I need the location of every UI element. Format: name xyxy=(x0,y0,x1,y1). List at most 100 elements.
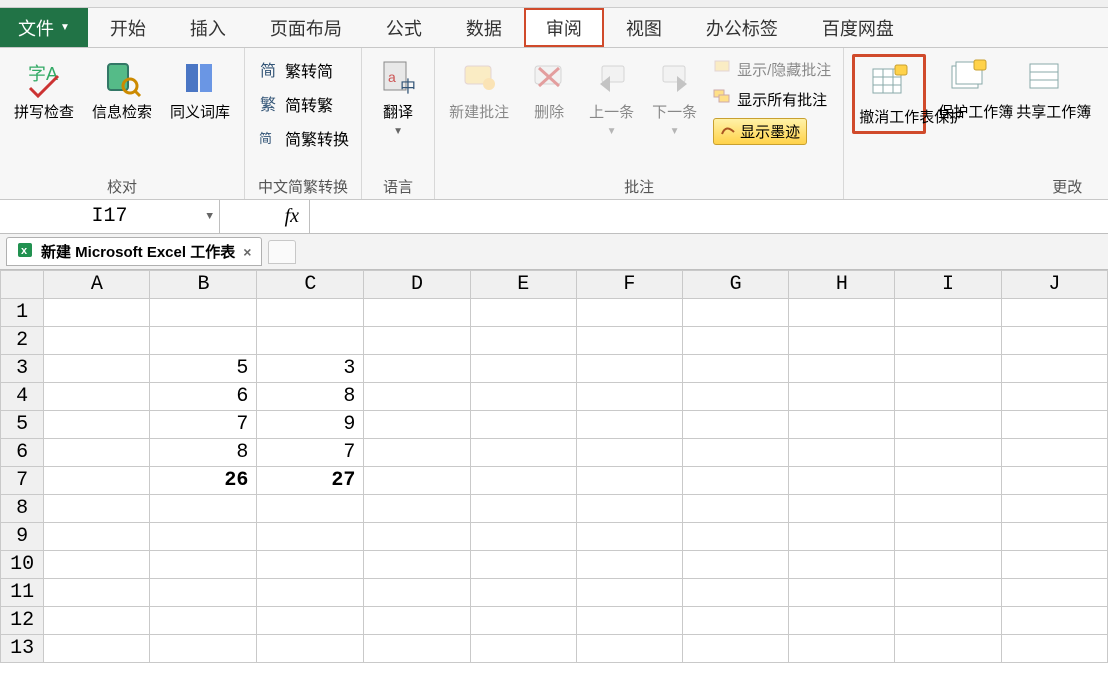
cell-B6[interactable]: 8 xyxy=(150,439,257,467)
tab-6[interactable]: 视图 xyxy=(604,8,684,47)
cell-A7[interactable] xyxy=(44,467,150,495)
cell-I13[interactable] xyxy=(895,635,1001,663)
col-header-E[interactable]: E xyxy=(470,271,576,299)
translate-button[interactable]: a中 翻译 ▼ xyxy=(370,54,426,139)
tab-1[interactable]: 插入 xyxy=(168,8,248,47)
cell-E4[interactable] xyxy=(470,383,576,411)
cell-I6[interactable] xyxy=(895,439,1001,467)
cell-H13[interactable] xyxy=(789,635,895,663)
cell-H2[interactable] xyxy=(789,327,895,355)
cell-B4[interactable]: 6 xyxy=(150,383,257,411)
cell-J13[interactable] xyxy=(1001,635,1107,663)
cell-F13[interactable] xyxy=(576,635,682,663)
research-button[interactable]: 信息检索 xyxy=(86,54,158,124)
cell-J7[interactable] xyxy=(1001,467,1107,495)
cell-J11[interactable] xyxy=(1001,579,1107,607)
row-header-13[interactable]: 13 xyxy=(1,635,44,663)
tab-3[interactable]: 公式 xyxy=(364,8,444,47)
cell-F11[interactable] xyxy=(576,579,682,607)
cell-A8[interactable] xyxy=(44,495,150,523)
tab-0[interactable]: 开始 xyxy=(88,8,168,47)
cell-G6[interactable] xyxy=(683,439,789,467)
cell-E6[interactable] xyxy=(470,439,576,467)
cell-I7[interactable] xyxy=(895,467,1001,495)
cell-H1[interactable] xyxy=(789,299,895,327)
row-header-5[interactable]: 5 xyxy=(1,411,44,439)
cell-D2[interactable] xyxy=(364,327,470,355)
protect-workbook-button[interactable]: 保护工作簿 xyxy=(932,54,1004,124)
cell-D8[interactable] xyxy=(364,495,470,523)
cell-E12[interactable] xyxy=(470,607,576,635)
formula-input[interactable] xyxy=(310,200,1108,233)
cell-C2[interactable] xyxy=(257,327,364,355)
cell-F8[interactable] xyxy=(576,495,682,523)
cell-I10[interactable] xyxy=(895,551,1001,579)
cell-B5[interactable]: 7 xyxy=(150,411,257,439)
cell-H9[interactable] xyxy=(789,523,895,551)
cell-C6[interactable]: 7 xyxy=(257,439,364,467)
col-header-H[interactable]: H xyxy=(789,271,895,299)
cell-A1[interactable] xyxy=(44,299,150,327)
cell-F7[interactable] xyxy=(576,467,682,495)
cell-H4[interactable] xyxy=(789,383,895,411)
cell-A10[interactable] xyxy=(44,551,150,579)
close-icon[interactable]: × xyxy=(243,244,251,260)
cell-E1[interactable] xyxy=(470,299,576,327)
show-all-comments-button[interactable]: 显示所有批注 xyxy=(709,86,835,112)
cell-F4[interactable] xyxy=(576,383,682,411)
cell-I9[interactable] xyxy=(895,523,1001,551)
cell-G12[interactable] xyxy=(683,607,789,635)
cell-E2[interactable] xyxy=(470,327,576,355)
cell-F2[interactable] xyxy=(576,327,682,355)
cell-D9[interactable] xyxy=(364,523,470,551)
cell-E10[interactable] xyxy=(470,551,576,579)
cell-B13[interactable] xyxy=(150,635,257,663)
cell-D11[interactable] xyxy=(364,579,470,607)
unprotect-sheet-button[interactable]: 撤消工作表保护 xyxy=(852,54,926,134)
row-header-12[interactable]: 12 xyxy=(1,607,44,635)
fx-button[interactable]: fx xyxy=(220,200,310,233)
delete-comment-button[interactable]: 删除 xyxy=(521,54,577,124)
col-header-A[interactable]: A xyxy=(44,271,150,299)
cell-C5[interactable]: 9 xyxy=(257,411,364,439)
cell-H6[interactable] xyxy=(789,439,895,467)
cell-G9[interactable] xyxy=(683,523,789,551)
cell-D13[interactable] xyxy=(364,635,470,663)
col-header-J[interactable]: J xyxy=(1001,271,1107,299)
simp-trad-convert-button[interactable]: 简 简繁转换 xyxy=(253,124,353,152)
row-header-9[interactable]: 9 xyxy=(1,523,44,551)
cell-A3[interactable] xyxy=(44,355,150,383)
row-header-2[interactable]: 2 xyxy=(1,327,44,355)
col-header-F[interactable]: F xyxy=(576,271,682,299)
cell-D1[interactable] xyxy=(364,299,470,327)
next-comment-button[interactable]: 下一条 ▼ xyxy=(646,54,703,139)
cell-A9[interactable] xyxy=(44,523,150,551)
cell-H11[interactable] xyxy=(789,579,895,607)
show-ink-button[interactable]: 显示墨迹 xyxy=(709,116,835,147)
tab-4[interactable]: 数据 xyxy=(444,8,524,47)
trad-to-simp-button[interactable]: 简 繁转简 xyxy=(253,56,353,84)
cell-D3[interactable] xyxy=(364,355,470,383)
row-header-4[interactable]: 4 xyxy=(1,383,44,411)
cell-E7[interactable] xyxy=(470,467,576,495)
cell-F10[interactable] xyxy=(576,551,682,579)
row-header-1[interactable]: 1 xyxy=(1,299,44,327)
cell-C8[interactable] xyxy=(257,495,364,523)
workbook-tab[interactable]: x 新建 Microsoft Excel 工作表 × xyxy=(6,237,262,266)
cell-I1[interactable] xyxy=(895,299,1001,327)
cell-H7[interactable] xyxy=(789,467,895,495)
cell-B3[interactable]: 5 xyxy=(150,355,257,383)
cell-C11[interactable] xyxy=(257,579,364,607)
new-comment-button[interactable]: 新建批注 xyxy=(443,54,515,124)
row-header-3[interactable]: 3 xyxy=(1,355,44,383)
cell-J5[interactable] xyxy=(1001,411,1107,439)
col-header-I[interactable]: I xyxy=(895,271,1001,299)
cell-H5[interactable] xyxy=(789,411,895,439)
cell-A2[interactable] xyxy=(44,327,150,355)
spreadsheet-grid[interactable]: ABCDEFGHIJ12353468579687726278910111213 xyxy=(0,270,1108,663)
row-header-8[interactable]: 8 xyxy=(1,495,44,523)
cell-D5[interactable] xyxy=(364,411,470,439)
cell-F5[interactable] xyxy=(576,411,682,439)
cell-G2[interactable] xyxy=(683,327,789,355)
cell-H3[interactable] xyxy=(789,355,895,383)
